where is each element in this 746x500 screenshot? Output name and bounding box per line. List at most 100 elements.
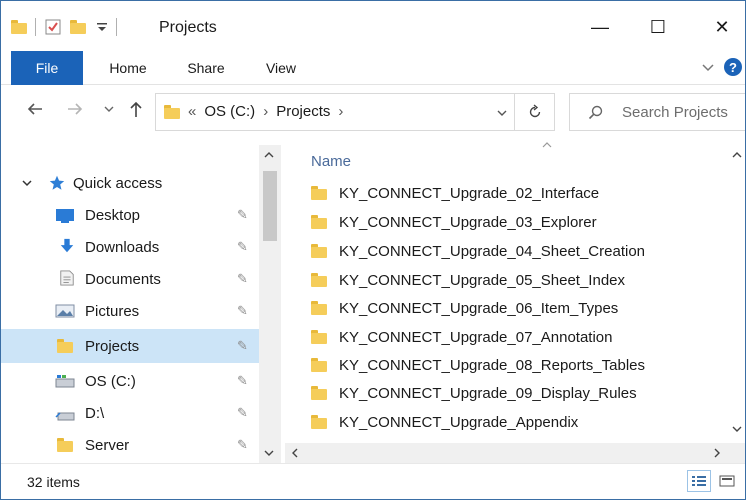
scroll-left-icon[interactable]: [291, 448, 299, 458]
sidebar-item-quick-access[interactable]: Quick access: [1, 167, 259, 199]
scrollbar-thumb[interactable]: [263, 171, 277, 241]
recent-locations-chevron-icon[interactable]: [103, 104, 115, 114]
file-name: KY_CONNECT_Upgrade_02_Interface: [339, 184, 600, 202]
search-box[interactable]: Search Projects: [569, 93, 745, 131]
folder-icon: [57, 339, 77, 355]
item-count: 32 items: [27, 474, 80, 490]
sidebar-item-d-drive[interactable]: D:\ ✎: [1, 397, 259, 429]
sidebar-item-label: Projects: [85, 337, 140, 355]
toolbar-separator: [35, 18, 36, 36]
scroll-right-icon[interactable]: [713, 448, 721, 458]
list-item[interactable]: KY_CONNECT_Upgrade_Appendix: [311, 408, 721, 436]
breadcrumb-projects[interactable]: Projects: [276, 103, 330, 120]
tab-view[interactable]: View: [253, 51, 309, 85]
file-list-vertical-scrollbar[interactable]: [727, 137, 745, 443]
navigation-pane-scrollbar[interactable]: [259, 145, 281, 463]
file-name: KY_CONNECT_Upgrade_04_Sheet_Creation: [339, 242, 646, 260]
pin-icon[interactable]: ✎: [237, 271, 248, 287]
properties-icon[interactable]: [44, 18, 62, 36]
breadcrumb-separator[interactable]: ›: [263, 103, 268, 120]
pin-icon[interactable]: ✎: [237, 405, 248, 421]
pin-icon[interactable]: ✎: [237, 207, 248, 223]
window-title: Projects: [159, 19, 217, 36]
forward-arrow-icon[interactable]: [65, 99, 85, 119]
address-dropdown-icon[interactable]: [496, 108, 508, 118]
list-item[interactable]: KY_CONNECT_Upgrade_04_Sheet_Creation: [311, 237, 721, 265]
maximize-button[interactable]: ☐: [637, 11, 679, 43]
chevron-down-icon[interactable]: [21, 178, 33, 188]
folder-icon: [311, 415, 327, 429]
title-bar: Projects — ☐ ✕: [1, 1, 745, 51]
folder-icon: [311, 330, 327, 344]
folder-icon: [164, 104, 180, 119]
sidebar-item-server[interactable]: Server ✎: [1, 429, 259, 461]
list-item[interactable]: KY_CONNECT_Upgrade_08_Reports_Tables: [311, 351, 721, 379]
toolbar-separator: [116, 18, 117, 36]
breadcrumb-overflow[interactable]: «: [188, 103, 196, 120]
list-item[interactable]: KY_CONNECT_Upgrade_05_Sheet_Index: [311, 266, 721, 294]
back-arrow-icon[interactable]: [25, 99, 45, 119]
pin-icon[interactable]: ✎: [237, 303, 248, 319]
pin-icon[interactable]: ✎: [237, 373, 248, 389]
sidebar-item-os-c[interactable]: OS (C:) ✎: [1, 365, 259, 397]
file-explorer-window: Projects — ☐ ✕ File Home Share View ? « …: [0, 0, 746, 500]
drive-icon: [55, 412, 75, 421]
search-placeholder: Search Projects: [622, 104, 728, 121]
scroll-up-icon[interactable]: [732, 151, 742, 159]
breadcrumb-os-c[interactable]: OS (C:): [204, 103, 255, 120]
file-list-horizontal-scrollbar[interactable]: [285, 443, 745, 463]
status-bar: 32 items: [1, 463, 745, 499]
folder-icon: [311, 301, 327, 315]
pin-icon[interactable]: ✎: [237, 437, 248, 453]
folder-icon: [57, 438, 77, 454]
download-icon: [60, 238, 74, 253]
refresh-button[interactable]: [514, 94, 554, 130]
file-name: KY_CONNECT_Upgrade_09_Display_Rules: [339, 384, 637, 402]
scroll-down-icon[interactable]: [732, 425, 742, 433]
svg-text:?: ?: [729, 60, 737, 75]
sidebar-item-downloads[interactable]: Downloads ✎: [1, 231, 259, 263]
list-item[interactable]: KY_CONNECT_Upgrade_03_Explorer: [311, 208, 721, 236]
close-button[interactable]: ✕: [701, 11, 743, 43]
file-name: KY_CONNECT_Upgrade_Appendix: [339, 413, 579, 431]
ribbon-tabs: File Home Share View ?: [1, 51, 745, 85]
customize-toolbar-icon[interactable]: [96, 21, 108, 33]
breadcrumb-separator[interactable]: ›: [338, 103, 343, 120]
list-item[interactable]: KY_CONNECT_Upgrade_07_Annotation: [311, 323, 721, 351]
list-item[interactable]: KY_CONNECT_Upgrade_06_Item_Types: [311, 294, 721, 322]
file-list-pane: Name KY_CONNECT_Upgrade_02_Interface KY_…: [285, 137, 745, 463]
details-view-button[interactable]: [687, 470, 711, 492]
folder-icon: [311, 273, 327, 287]
up-arrow-icon[interactable]: [127, 99, 145, 119]
folder-icon: [311, 386, 327, 400]
sidebar-item-projects[interactable]: Projects ✎: [1, 329, 259, 363]
sidebar-item-label: Quick access: [73, 174, 163, 192]
scroll-up-icon[interactable]: [264, 151, 274, 159]
sidebar-item-pictures[interactable]: Pictures ✎: [1, 295, 259, 327]
pin-icon[interactable]: ✎: [237, 239, 248, 255]
tab-home[interactable]: Home: [97, 51, 159, 85]
tab-share[interactable]: Share: [175, 51, 237, 85]
desktop-icon: [56, 209, 74, 223]
folder-icon: [311, 244, 327, 258]
documents-icon: [60, 270, 74, 286]
list-item[interactable]: KY_CONNECT_Upgrade_02_Interface: [311, 179, 721, 207]
address-bar[interactable]: « OS (C:) › Projects ›: [155, 93, 555, 131]
tab-file[interactable]: File: [11, 51, 83, 85]
star-icon: [49, 175, 65, 190]
minimize-button[interactable]: —: [579, 11, 621, 43]
help-icon[interactable]: ?: [723, 57, 743, 77]
sidebar-item-label: Downloads: [85, 238, 160, 256]
new-folder-icon[interactable]: [70, 20, 86, 34]
sidebar-item-documents[interactable]: Documents ✎: [1, 263, 259, 295]
sidebar-item-desktop[interactable]: Desktop ✎: [1, 199, 259, 231]
folder-icon: [311, 186, 327, 200]
expand-ribbon-icon[interactable]: [701, 62, 715, 72]
large-icons-view-button[interactable]: [715, 470, 739, 492]
file-name: KY_CONNECT_Upgrade_08_Reports_Tables: [339, 356, 645, 374]
scroll-down-icon[interactable]: [264, 449, 274, 457]
column-header-name[interactable]: Name: [311, 153, 351, 170]
pin-icon[interactable]: ✎: [237, 338, 248, 354]
folder-icon: [311, 358, 327, 372]
list-item[interactable]: KY_CONNECT_Upgrade_09_Display_Rules: [311, 379, 721, 407]
